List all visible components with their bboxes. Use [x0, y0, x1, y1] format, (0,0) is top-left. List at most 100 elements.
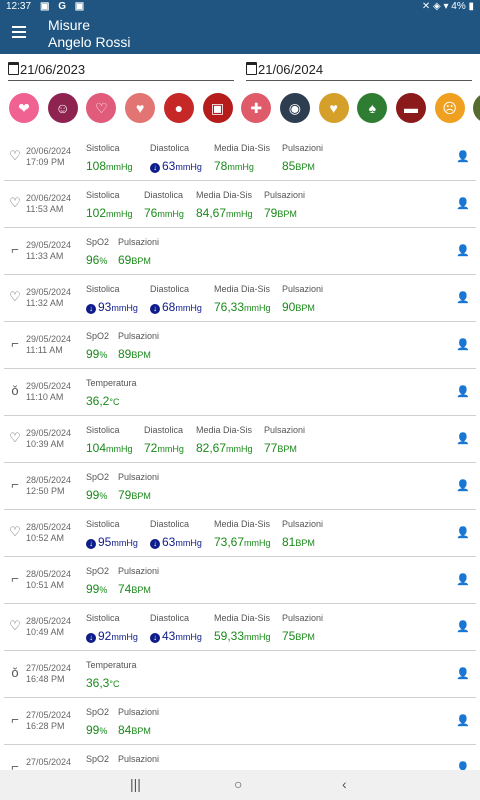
scale-icon[interactable]: ◉ [279, 93, 310, 123]
status-bar: 12:37 ▣ G ▣ ✕ ◈ ▾ 4% ▮ [0, 0, 480, 14]
measurement-row[interactable]: ⌐ 29/05/2024 11:11 AM SpO2 99% Pulsazioni 89BP… [4, 322, 476, 369]
field-label: Temperatura [86, 378, 137, 388]
field-value: 84BPM [118, 723, 159, 737]
oximeter-icon: ⌐ [11, 759, 19, 770]
value-unit: °C [109, 397, 120, 407]
field-label: Pulsazioni [264, 190, 306, 200]
measurement-row[interactable]: ♡ 28/05/2024 10:49 AM Sistolica ↓ 92mmHg Diast… [4, 604, 476, 651]
measurement-row[interactable]: ♡ 29/05/2024 11:32 AM Sistolica ↓ 93mmHg Diast… [4, 275, 476, 322]
value-number: 73,67 [214, 535, 245, 549]
value-number: 59,33 [214, 629, 245, 643]
person-icon[interactable]: 👤 [456, 714, 470, 727]
measurement-row[interactable]: ⌐ 27/05/2024 SpO2 Pulsazioni 👤 [4, 745, 476, 770]
measurement-field: SpO2 99% [86, 566, 109, 596]
field-label: Media Dia-Sis [214, 613, 271, 623]
person-icon[interactable]: 👤 [456, 573, 470, 586]
field-label: Sistolica [86, 425, 120, 435]
measurement-row[interactable]: ♡ 20/06/2024 17:09 PM Sistolica 108mmHg Diast… [4, 134, 476, 181]
recents-button[interactable]: ||| [130, 776, 141, 792]
measurement-datetime: 29/05/2024 10:39 AM [26, 428, 71, 450]
measurement-field: Pulsazioni 79BPM [118, 472, 159, 502]
measurement-row[interactable]: ⌐ 29/05/2024 11:33 AM SpO2 96% Pulsazioni 69BP… [4, 228, 476, 275]
oximeter-icon: ⌐ [11, 477, 19, 492]
person-icon[interactable]: 👤 [456, 620, 470, 633]
temperature-icon: ǒ [11, 665, 19, 680]
measurement-field: Media Dia-Sis 82,67mmHg [196, 425, 253, 455]
measurement-field: Sistolica 102mmHg [86, 190, 133, 220]
thermometer-icon[interactable]: ▬ [396, 93, 426, 123]
value-unit: mmHg [244, 538, 271, 548]
measurement-datetime: 27/05/2024 [26, 757, 71, 768]
person-icon[interactable]: 👤 [456, 667, 470, 680]
heart-monitor-icon[interactable]: ♥ [125, 93, 156, 123]
field-value: 75BPM [282, 629, 323, 643]
person-icon[interactable]: 👤 [456, 150, 470, 163]
measurement-field: Pulsazioni 81BPM [282, 519, 323, 549]
person-icon[interactable]: 👤 [456, 526, 470, 539]
measurement-row[interactable]: ⌐ 28/05/2024 10:51 AM SpO2 99% Pulsazioni 74BP… [4, 557, 476, 604]
measurement-row[interactable]: ǒ 27/05/2024 16:48 PM Temperatura 36,3°C 👤 [4, 651, 476, 698]
measurement-field: Pulsazioni 84BPM [118, 707, 159, 737]
glucometer-icon[interactable]: ▣ [202, 93, 233, 123]
person-icon[interactable]: 👤 [456, 761, 470, 770]
measurement-field: Diastolica ↓ 43mmHg [150, 613, 202, 643]
field-label: Media Dia-Sis [196, 190, 253, 200]
measurement-datetime: 20/06/2024 17:09 PM [26, 146, 71, 168]
date-to-field[interactable]: 21/06/2024 [246, 62, 472, 81]
value-unit: BPM [131, 350, 151, 360]
syringe-icon[interactable]: ✚ [241, 93, 272, 123]
heart-hands-icon[interactable]: ❤ [9, 93, 39, 123]
home-button[interactable]: ○ [234, 776, 242, 792]
measurement-row[interactable]: ♡ 20/06/2024 11:53 AM Sistolica 102mmHg Diast… [4, 181, 476, 228]
value-number: 95 [98, 535, 112, 549]
system-nav-bar: ||| ○ ‹ [0, 770, 480, 800]
field-value: 99% [86, 488, 109, 502]
measurement-field: Sistolica ↓ 95mmHg [86, 519, 138, 549]
measurement-row[interactable]: ǒ 29/05/2024 11:10 AM Temperatura 36,2°C 👤 [4, 369, 476, 416]
heart-pulse-icon[interactable]: ♡ [86, 93, 117, 123]
field-label: Sistolica [86, 519, 120, 529]
date-from-field[interactable]: 21/06/2023 [8, 62, 234, 81]
measurement-list[interactable]: ♡ 20/06/2024 17:09 PM Sistolica 108mmHg Diast… [4, 134, 476, 770]
value-number: 89 [118, 347, 132, 361]
person-icon[interactable]: 👤 [456, 244, 470, 257]
measurement-field: Pulsazioni 75BPM [282, 613, 323, 643]
value-unit: BPM [295, 632, 315, 642]
body-icon[interactable]: ☺ [47, 93, 78, 123]
person-icon[interactable]: 👤 [456, 338, 470, 351]
blood-drop-icon[interactable]: ● [163, 93, 194, 123]
cough-icon[interactable]: ☹ [434, 93, 465, 123]
value-number: 99 [86, 582, 100, 596]
value-number: 79 [118, 488, 132, 502]
value-number: 74 [118, 582, 132, 596]
person-icon[interactable]: 👤 [456, 479, 470, 492]
measurement-row[interactable]: ⌐ 27/05/2024 16:28 PM SpO2 99% Pulsazioni 84BP… [4, 698, 476, 745]
value-number: 92 [98, 629, 112, 643]
value-unit: BPM [131, 585, 151, 595]
person-icon[interactable]: 👤 [456, 197, 470, 210]
value-number: 36,3 [86, 676, 110, 690]
person-icon[interactable]: 👤 [456, 432, 470, 445]
field-value: ↓ 63mmHg [150, 159, 202, 173]
field-label: Pulsazioni [118, 754, 160, 764]
field-value: 81BPM [282, 535, 323, 549]
measurement-row[interactable]: ♡ 28/05/2024 10:52 AM Sistolica ↓ 95mmHg Diast… [4, 510, 476, 557]
measurement-row[interactable]: ♡ 29/05/2024 10:39 AM Sistolica 104mmHg Diast… [4, 416, 476, 463]
lungs-icon[interactable]: ♠ [357, 93, 388, 123]
person-icon[interactable]: 👤 [456, 291, 470, 304]
hamburger-menu-icon[interactable] [12, 26, 26, 38]
pressure-icon: ♡ [9, 618, 21, 633]
oximeter-icon: ⌐ [11, 571, 19, 586]
value-number: 63 [162, 535, 176, 549]
measurement-field: Media Dia-Sis 76,33mmHg [214, 284, 271, 314]
value-unit: mmHg [106, 209, 133, 219]
back-button[interactable]: ‹ [342, 776, 347, 792]
heart-pill-icon[interactable]: ♥ [318, 93, 349, 123]
person-icon[interactable]: 👤 [456, 385, 470, 398]
more-icon[interactable]: • [473, 93, 480, 123]
measurement-field: Media Dia-Sis 78mmHg [214, 143, 270, 173]
measurement-field: Pulsazioni 69BPM [118, 237, 159, 267]
value-unit: mmHg [157, 444, 184, 454]
measurement-date: 27/05/2024 [26, 663, 72, 673]
measurement-row[interactable]: ⌐ 28/05/2024 12:50 PM SpO2 99% Pulsazioni 79BP… [4, 463, 476, 510]
